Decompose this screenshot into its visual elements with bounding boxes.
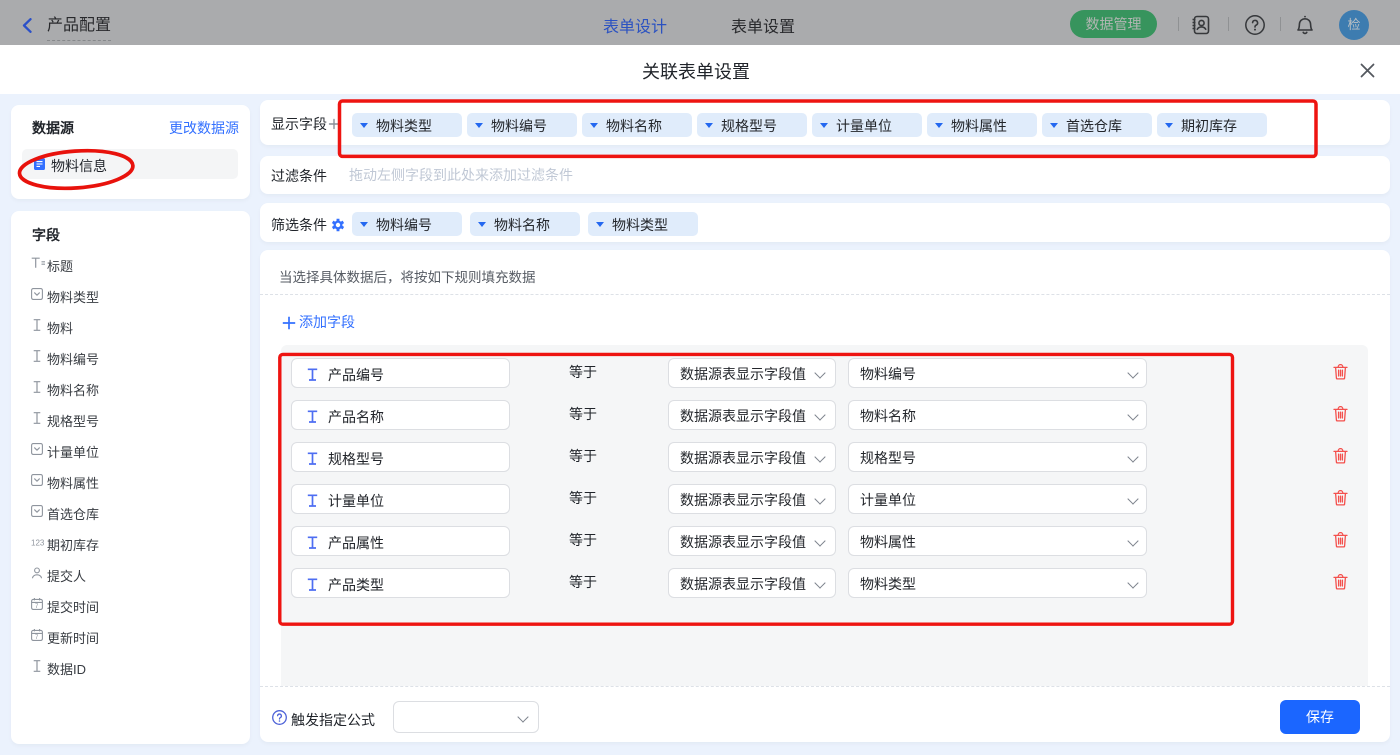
svg-text:123: 123 bbox=[31, 539, 45, 548]
